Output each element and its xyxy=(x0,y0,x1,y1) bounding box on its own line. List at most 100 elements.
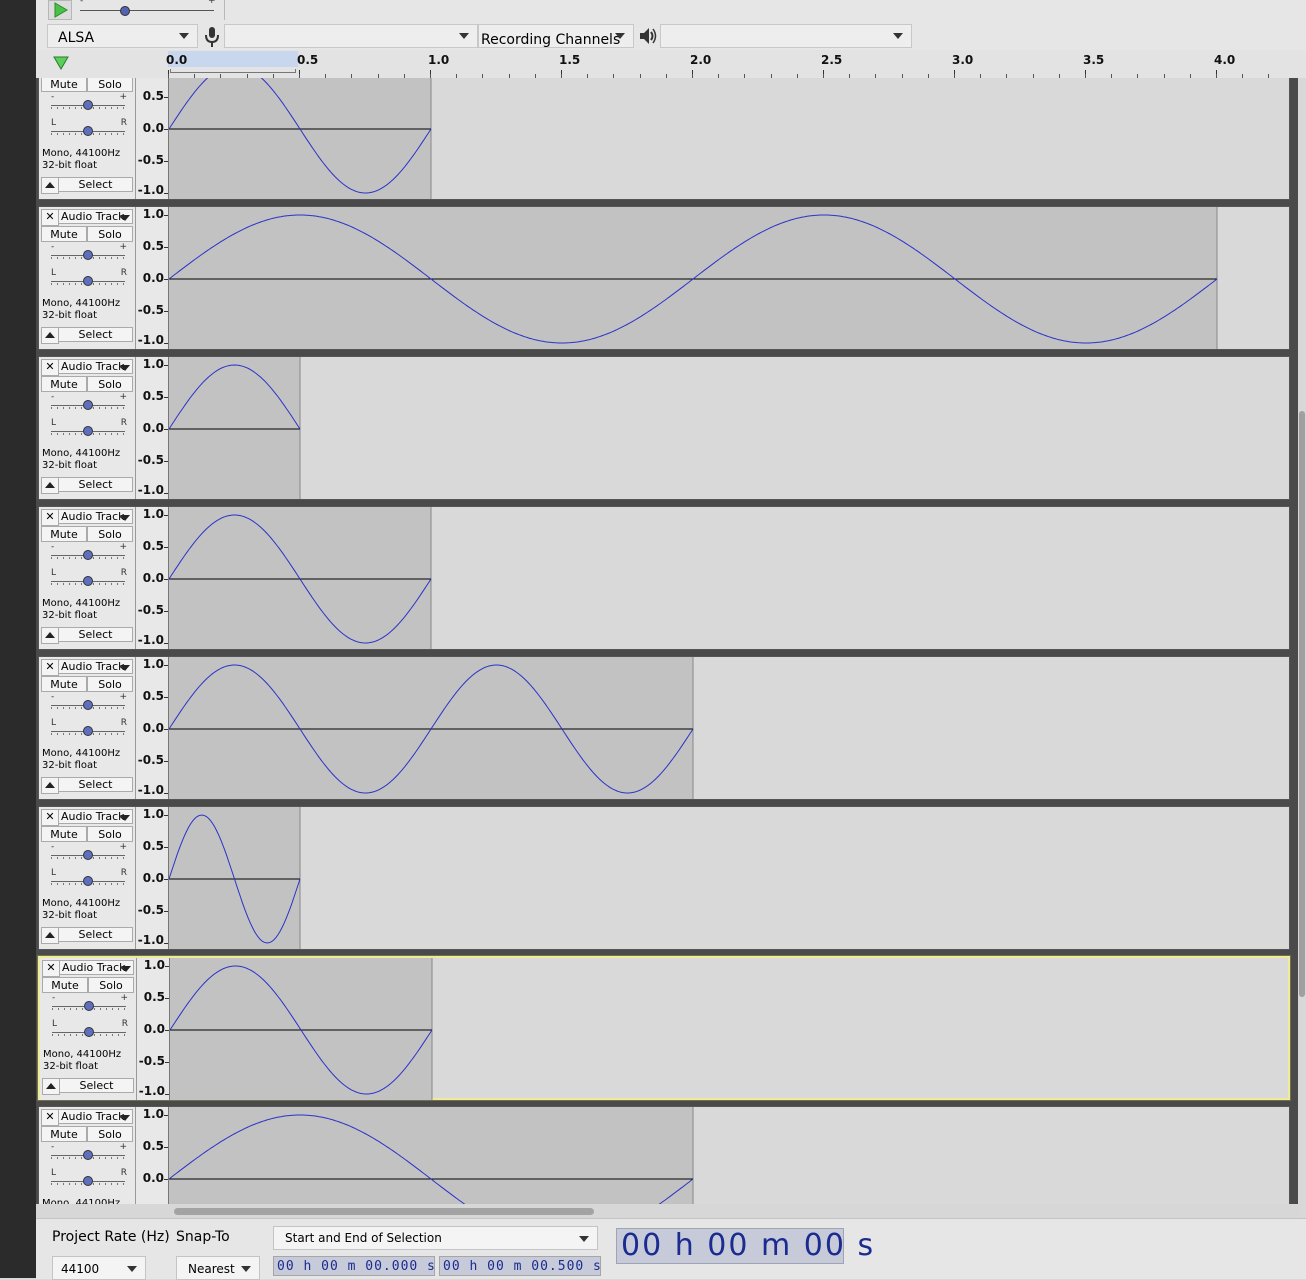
pan-slider-knob[interactable] xyxy=(83,426,93,436)
gain-slider-knob[interactable] xyxy=(83,1150,93,1160)
audio-track[interactable]: ✕ Audio Track Mute Solo - + L R Mono, xyxy=(38,1106,1290,1204)
mute-button[interactable]: Mute xyxy=(42,977,88,993)
track-control-panel[interactable]: ✕ Audio Track Mute Solo - + L R Mono, xyxy=(39,1107,136,1204)
audio-position-time[interactable]: 00 h 00 m 00 s xyxy=(616,1228,873,1264)
vertical-scroll-thumb[interactable] xyxy=(1299,411,1305,997)
gain-slider[interactable]: - + xyxy=(49,1142,129,1165)
track-control-panel[interactable]: ✕ Audio Track Mute Solo - + L R Mono, xyxy=(40,958,137,1100)
gain-slider[interactable]: - + xyxy=(50,993,130,1016)
gain-slider-knob[interactable] xyxy=(83,400,93,410)
gain-slider-knob[interactable] xyxy=(84,1001,94,1011)
solo-button[interactable]: Solo xyxy=(88,977,134,993)
project-rate-select[interactable]: 44100 xyxy=(52,1256,146,1280)
waveform-display[interactable] xyxy=(169,507,1289,649)
waveform-display[interactable] xyxy=(169,357,1289,499)
solo-button[interactable]: Solo xyxy=(87,826,133,842)
mute-button[interactable]: Mute xyxy=(41,1126,87,1142)
horizontal-scroll-thumb[interactable] xyxy=(174,1208,594,1215)
timeline-options-button[interactable] xyxy=(52,54,70,72)
audio-clip[interactable] xyxy=(169,1107,693,1204)
pan-slider-knob[interactable] xyxy=(83,726,93,736)
pan-slider[interactable]: L R xyxy=(49,118,129,141)
pan-slider[interactable]: L R xyxy=(49,568,129,591)
audio-clip[interactable] xyxy=(169,207,1217,349)
audio-host-select[interactable]: ALSA xyxy=(47,24,198,48)
pan-slider-knob[interactable] xyxy=(83,126,93,136)
gain-slider-knob[interactable] xyxy=(83,550,93,560)
pan-slider[interactable]: L R xyxy=(50,1019,130,1042)
select-track-button[interactable]: Select xyxy=(58,777,133,792)
track-name-menu-button[interactable]: Audio Track xyxy=(58,809,133,824)
select-track-button[interactable]: Select xyxy=(58,477,133,492)
waveform-display[interactable] xyxy=(169,657,1289,799)
collapse-track-button[interactable] xyxy=(42,1078,60,1095)
track-control-panel[interactable]: ✕ Audio Track Mute Solo - + L R Mono, xyxy=(39,78,136,199)
mute-button[interactable]: Mute xyxy=(41,78,87,92)
pan-slider-knob[interactable] xyxy=(83,876,93,886)
waveform-display[interactable] xyxy=(169,207,1289,349)
mute-button[interactable]: Mute xyxy=(41,676,87,692)
select-track-button[interactable]: Select xyxy=(58,177,133,192)
waveform-display[interactable] xyxy=(169,807,1289,949)
waveform-display[interactable] xyxy=(170,958,1290,1100)
pan-slider[interactable]: L R xyxy=(49,868,129,891)
track-control-panel[interactable]: ✕ Audio Track Mute Solo - + L R Mono, xyxy=(39,507,136,649)
gain-slider-knob[interactable] xyxy=(83,850,93,860)
gain-slider-knob[interactable] xyxy=(83,100,93,110)
close-track-button[interactable]: ✕ xyxy=(41,809,59,826)
collapse-track-button[interactable] xyxy=(41,327,59,344)
pan-slider-knob[interactable] xyxy=(84,1027,94,1037)
audio-clip[interactable] xyxy=(170,958,432,1100)
audio-track[interactable]: ✕ Audio Track Mute Solo - + L R Mono, xyxy=(38,656,1290,800)
track-name-menu-button[interactable]: Audio Track xyxy=(58,359,133,374)
recording-channels-select[interactable]: Recording Channels xyxy=(478,24,634,48)
collapse-track-button[interactable] xyxy=(41,477,59,494)
audio-track[interactable]: ✕ Audio Track Mute Solo - + L R Mono, xyxy=(38,806,1290,950)
collapse-track-button[interactable] xyxy=(41,177,59,194)
mute-button[interactable]: Mute xyxy=(41,376,87,392)
track-name-menu-button[interactable]: Audio Track xyxy=(58,509,133,524)
pan-slider[interactable]: L R xyxy=(49,418,129,441)
collapse-track-button[interactable] xyxy=(41,627,59,644)
gain-slider-knob[interactable] xyxy=(83,700,93,710)
vertical-scrollbar[interactable] xyxy=(1298,78,1306,1218)
waveform-display[interactable] xyxy=(169,78,1289,199)
pan-slider[interactable]: L R xyxy=(49,1168,129,1191)
close-track-button[interactable]: ✕ xyxy=(41,1109,59,1126)
track-name-menu-button[interactable]: Audio Track xyxy=(58,209,133,224)
close-track-button[interactable]: ✕ xyxy=(41,659,59,676)
track-name-menu-button[interactable]: Audio Track xyxy=(59,960,134,975)
gain-slider[interactable]: - + xyxy=(49,92,129,115)
solo-button[interactable]: Solo xyxy=(87,1126,133,1142)
select-track-button[interactable]: Select xyxy=(58,927,133,942)
close-track-button[interactable]: ✕ xyxy=(41,359,59,376)
mute-button[interactable]: Mute xyxy=(41,826,87,842)
track-control-panel[interactable]: ✕ Audio Track Mute Solo - + L R Mono, xyxy=(39,807,136,949)
waveform-display[interactable] xyxy=(169,1107,1289,1204)
solo-button[interactable]: Solo xyxy=(87,226,133,242)
recording-device-select[interactable] xyxy=(224,24,478,48)
audio-clip[interactable] xyxy=(169,657,693,799)
solo-button[interactable]: Solo xyxy=(87,78,133,92)
gain-slider[interactable]: - + xyxy=(49,392,129,415)
solo-button[interactable]: Solo xyxy=(87,376,133,392)
audio-track[interactable]: ✕ Audio Track Mute Solo - + L R Mono, xyxy=(38,356,1290,500)
track-name-menu-button[interactable]: Audio Track xyxy=(58,1109,133,1124)
selection-start-time[interactable]: 00 h 00 m 00.000 s xyxy=(273,1256,435,1276)
pan-slider[interactable]: L R xyxy=(49,268,129,291)
collapse-track-button[interactable] xyxy=(41,927,59,944)
pan-slider-knob[interactable] xyxy=(83,276,93,286)
close-track-button[interactable]: ✕ xyxy=(42,960,60,977)
selection-format-select[interactable]: Start and End of Selection xyxy=(273,1226,598,1250)
audio-track[interactable]: ✕ Audio Track Mute Solo - + L R Mono, xyxy=(38,506,1290,650)
collapse-track-button[interactable] xyxy=(41,777,59,794)
select-track-button[interactable]: Select xyxy=(58,327,133,342)
mute-button[interactable]: Mute xyxy=(41,226,87,242)
pan-slider[interactable]: L R xyxy=(49,718,129,741)
audio-clip[interactable] xyxy=(169,357,300,499)
track-panel[interactable]: ✕ Audio Track Mute Solo - + L R Mono, xyxy=(36,78,1298,1204)
solo-button[interactable]: Solo xyxy=(87,526,133,542)
solo-button[interactable]: Solo xyxy=(87,676,133,692)
track-control-panel[interactable]: ✕ Audio Track Mute Solo - + L R Mono, xyxy=(39,357,136,499)
track-name-menu-button[interactable]: Audio Track xyxy=(58,659,133,674)
